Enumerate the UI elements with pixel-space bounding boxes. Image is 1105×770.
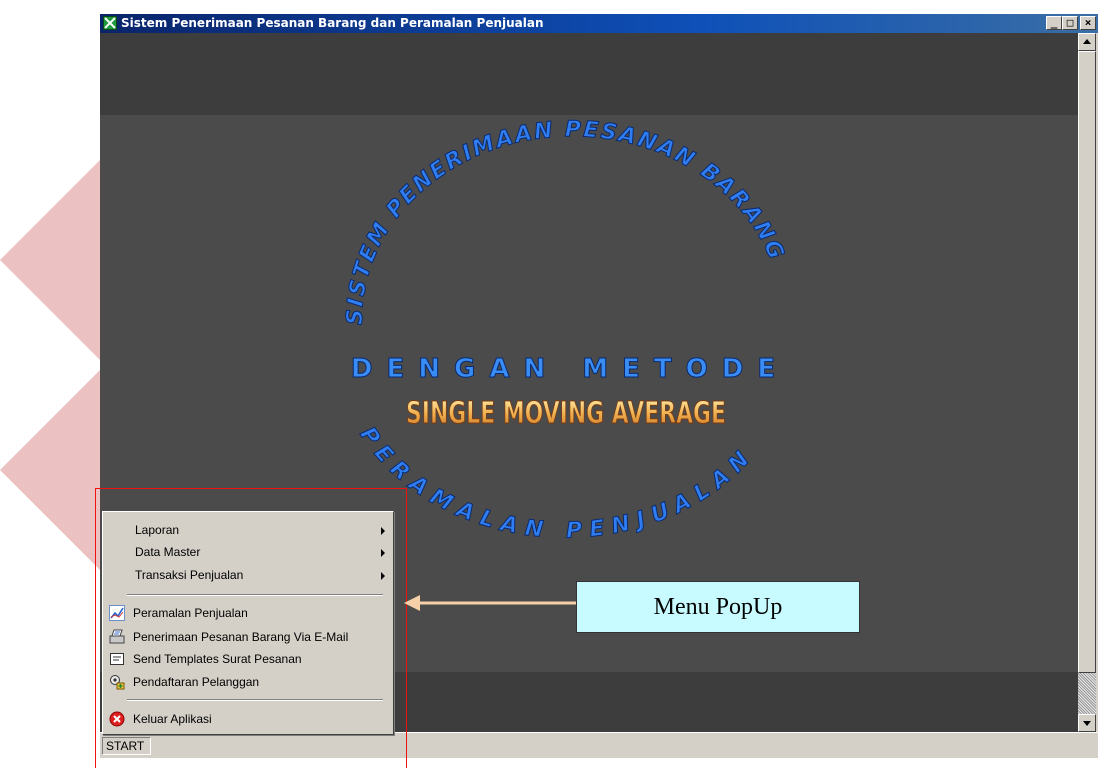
arrow-up-icon	[1083, 39, 1091, 44]
close-button[interactable]: ×	[1080, 16, 1096, 30]
splash-arc-top: SISTEM PENERIMAAN PESANAN BARANG	[343, 117, 789, 325]
window-title: Sistem Penerimaan Pesanan Barang dan Per…	[121, 16, 544, 30]
maximize-button[interactable]: □	[1062, 16, 1078, 30]
vertical-scrollbar[interactable]	[1078, 33, 1096, 732]
scroll-up-button[interactable]	[1078, 33, 1096, 51]
scroll-thumb[interactable]	[1078, 51, 1096, 673]
title-bar[interactable]: Sistem Penerimaan Pesanan Barang dan Per…	[100, 14, 1098, 33]
minimize-button[interactable]: _	[1046, 16, 1062, 30]
scroll-track[interactable]	[1078, 673, 1096, 714]
annotation-highlight-box	[95, 488, 407, 768]
annotation-arrow-icon	[404, 595, 576, 611]
splash-arc-bottom: PERAMALAN PENJUALAN	[355, 423, 760, 544]
splash-middle-text: DENGAN METODE	[351, 354, 789, 384]
splash-method-text: SINGLE MOVING AVERAGE	[406, 396, 726, 431]
app-icon[interactable]	[103, 16, 117, 30]
scroll-down-button[interactable]	[1078, 714, 1096, 732]
annotation-callout: Menu PopUp	[576, 581, 860, 633]
arrow-down-icon	[1083, 721, 1091, 726]
